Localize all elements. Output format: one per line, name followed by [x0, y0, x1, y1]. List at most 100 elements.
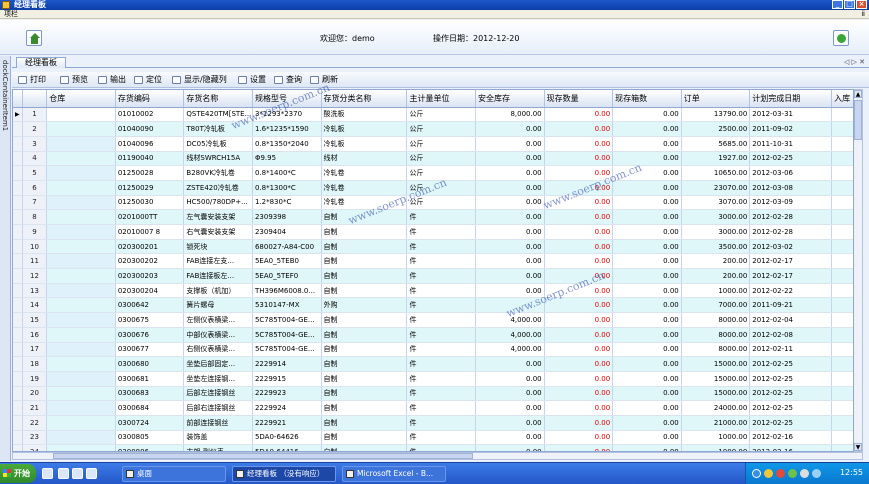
- cell-current-boxes[interactable]: 0.00: [612, 342, 682, 358]
- cell-current-qty[interactable]: 0.00: [544, 224, 614, 240]
- cell-order[interactable]: 3070.00: [681, 195, 751, 211]
- cell-plan-date[interactable]: 2012-02-25: [749, 415, 833, 431]
- cell-code[interactable]: 02010007 8: [115, 224, 185, 240]
- row-indicator[interactable]: [13, 386, 23, 402]
- cell-code[interactable]: 0201000TT: [115, 209, 185, 225]
- table-row[interactable]: 14 0300642 簧片螺母 5310147-MX 外购件 0.00 0.00 7000.0…: [13, 297, 853, 314]
- cell-warehouse[interactable]: [46, 180, 116, 196]
- cell-inbound[interactable]: [831, 430, 853, 446]
- cell-plan-date[interactable]: 2012-03-08: [749, 180, 833, 196]
- cell-name[interactable]: 右气囊安装支架: [183, 224, 253, 240]
- table-row[interactable]: 8 0201000TT 左气囊安装支架 2309398 自制件 0.00 0.00 0.00 3…: [13, 209, 853, 225]
- table-row[interactable]: 12 020300203 FAB连接板左... 5EA0_5TEF0 自制件 0.00 0.…: [13, 268, 853, 284]
- cell-order[interactable]: 8000.00: [681, 327, 751, 343]
- cell-plan-date[interactable]: 2012-02-25: [749, 386, 833, 402]
- cell-spec[interactable]: 1.2*830*C: [252, 195, 322, 211]
- cell-plan-date[interactable]: 2012-02-28: [749, 224, 833, 240]
- cell-safety-stock[interactable]: 0.00: [475, 136, 545, 152]
- row-indicator[interactable]: [13, 268, 23, 284]
- cell-unit[interactable]: 件: [406, 224, 477, 240]
- row-number[interactable]: 1: [22, 107, 48, 123]
- row-indicator[interactable]: [13, 415, 23, 431]
- row-number[interactable]: 16: [22, 327, 48, 343]
- cell-category[interactable]: 自制: [321, 356, 408, 372]
- col-header[interactable]: 订单: [681, 90, 751, 108]
- cell-unit[interactable]: 件: [406, 356, 477, 372]
- table-row[interactable]: 4 01190040 线材SWRCH15A Φ9.95 线材 公斤 0.00 0.00 0.00…: [13, 151, 853, 167]
- cell-safety-stock[interactable]: 4,000.00: [475, 312, 545, 328]
- cell-warehouse[interactable]: [46, 253, 116, 270]
- col-header[interactable]: 现存箱数: [612, 90, 682, 108]
- cell-name[interactable]: B280VK冷轧卷: [183, 165, 253, 181]
- row-number[interactable]: 5: [22, 165, 48, 181]
- cell-unit[interactable]: 件: [406, 386, 477, 402]
- col-header[interactable]: 主计量单位: [406, 90, 477, 108]
- cell-current-qty[interactable]: 0.00: [544, 400, 614, 416]
- table-row[interactable]: 3 01040096 DC05冷轧板 0.8*1350*2040 冷轧板 公斤 0.00 0.…: [13, 136, 853, 152]
- quicklaunch-icon[interactable]: [42, 468, 53, 479]
- tab-manager-board[interactable]: 经理看板: [16, 57, 66, 68]
- cell-current-qty[interactable]: 0.00: [544, 151, 614, 167]
- cell-name[interactable]: 后部左连接钢丝: [183, 386, 253, 402]
- cell-safety-stock[interactable]: [475, 297, 545, 314]
- cell-safety-stock[interactable]: 0.00: [475, 444, 545, 451]
- row-number[interactable]: 3: [22, 136, 48, 152]
- scroll-up-icon[interactable]: ▲: [854, 90, 862, 98]
- cell-spec[interactable]: TH396M6008.0...: [252, 283, 322, 299]
- cell-current-boxes[interactable]: 0.00: [612, 239, 682, 255]
- row-indicator[interactable]: [13, 297, 23, 314]
- cell-unit[interactable]: 件: [406, 239, 477, 255]
- cell-inbound[interactable]: [831, 356, 853, 372]
- cell-order[interactable]: 3000.00: [681, 224, 751, 240]
- row-indicator[interactable]: [13, 180, 23, 196]
- query-button[interactable]: 查询: [274, 74, 302, 86]
- cell-current-qty[interactable]: 0.00: [544, 283, 614, 299]
- cell-name[interactable]: 支撑板（机加）: [183, 283, 253, 299]
- cell-safety-stock[interactable]: 0.00: [475, 400, 545, 416]
- cell-name[interactable]: FAB连接左支...: [183, 253, 253, 270]
- cell-warehouse[interactable]: [46, 356, 116, 372]
- cell-code[interactable]: 01010002: [115, 107, 185, 123]
- locate-button[interactable]: 定位: [134, 74, 162, 86]
- cell-order[interactable]: 5685.00: [681, 136, 751, 152]
- cell-current-boxes[interactable]: 0.00: [612, 371, 682, 387]
- cell-current-boxes[interactable]: 0.00: [612, 195, 682, 211]
- cell-current-qty[interactable]: 0.00: [544, 253, 614, 270]
- table-row[interactable]: 16 0300676 中部仪表横梁... 5C785T004-GE... 自制件 4,00…: [13, 327, 853, 343]
- cell-safety-stock[interactable]: 4,000.00: [475, 327, 545, 343]
- cell-category[interactable]: 自制: [321, 444, 408, 451]
- cell-current-boxes[interactable]: 0.00: [612, 253, 682, 270]
- cell-current-qty[interactable]: 0.00: [544, 342, 614, 358]
- cell-name[interactable]: 线材SWRCH15A: [183, 151, 253, 167]
- cell-name[interactable]: 左侧仪表横梁...: [183, 312, 253, 328]
- cell-current-boxes[interactable]: 0.00: [612, 224, 682, 240]
- cell-order[interactable]: 15000.00: [681, 371, 751, 387]
- table-row[interactable]: 11 020300202 FAB连接左支... 5EA0_5TEB0 自制件 0.00 0.…: [13, 253, 853, 270]
- cell-plan-date[interactable]: 2012-02-17: [749, 268, 833, 284]
- cell-inbound[interactable]: [831, 297, 853, 314]
- row-indicator[interactable]: [13, 195, 23, 211]
- row-indicator[interactable]: [13, 430, 23, 446]
- print-button[interactable]: 打印: [18, 74, 46, 86]
- cell-code[interactable]: 01250029: [115, 180, 185, 196]
- row-number[interactable]: 20: [22, 386, 48, 402]
- cell-current-qty[interactable]: 0.00: [544, 239, 614, 255]
- vertical-scroll-thumb[interactable]: [854, 100, 862, 140]
- preview-button[interactable]: 预览: [60, 74, 88, 86]
- cell-current-boxes[interactable]: 0.00: [612, 151, 682, 167]
- cell-category[interactable]: 冷轧板: [321, 121, 408, 137]
- cell-code[interactable]: 01250028: [115, 165, 185, 181]
- cell-spec[interactable]: 5EA0_5TEF0: [252, 268, 322, 284]
- cell-code[interactable]: 0300724: [115, 415, 185, 431]
- cell-category[interactable]: 酸洗板: [321, 107, 408, 123]
- row-indicator[interactable]: [13, 224, 23, 240]
- table-row[interactable]: ▶ 1 01010002 QSTE420TM[STE... 3*1293*2370 酸洗板…: [13, 107, 853, 123]
- cell-inbound[interactable]: [831, 371, 853, 387]
- cell-plan-date[interactable]: 2012-02-16: [749, 444, 833, 451]
- cell-category[interactable]: 自制: [321, 400, 408, 416]
- col-header[interactable]: 仓库: [46, 90, 116, 108]
- cell-plan-date[interactable]: 2012-02-25: [749, 151, 833, 167]
- tab-nav-controls[interactable]: ◁ ▷ ✕: [844, 58, 865, 66]
- row-number[interactable]: 9: [22, 224, 48, 240]
- cell-current-qty[interactable]: 0.00: [544, 371, 614, 387]
